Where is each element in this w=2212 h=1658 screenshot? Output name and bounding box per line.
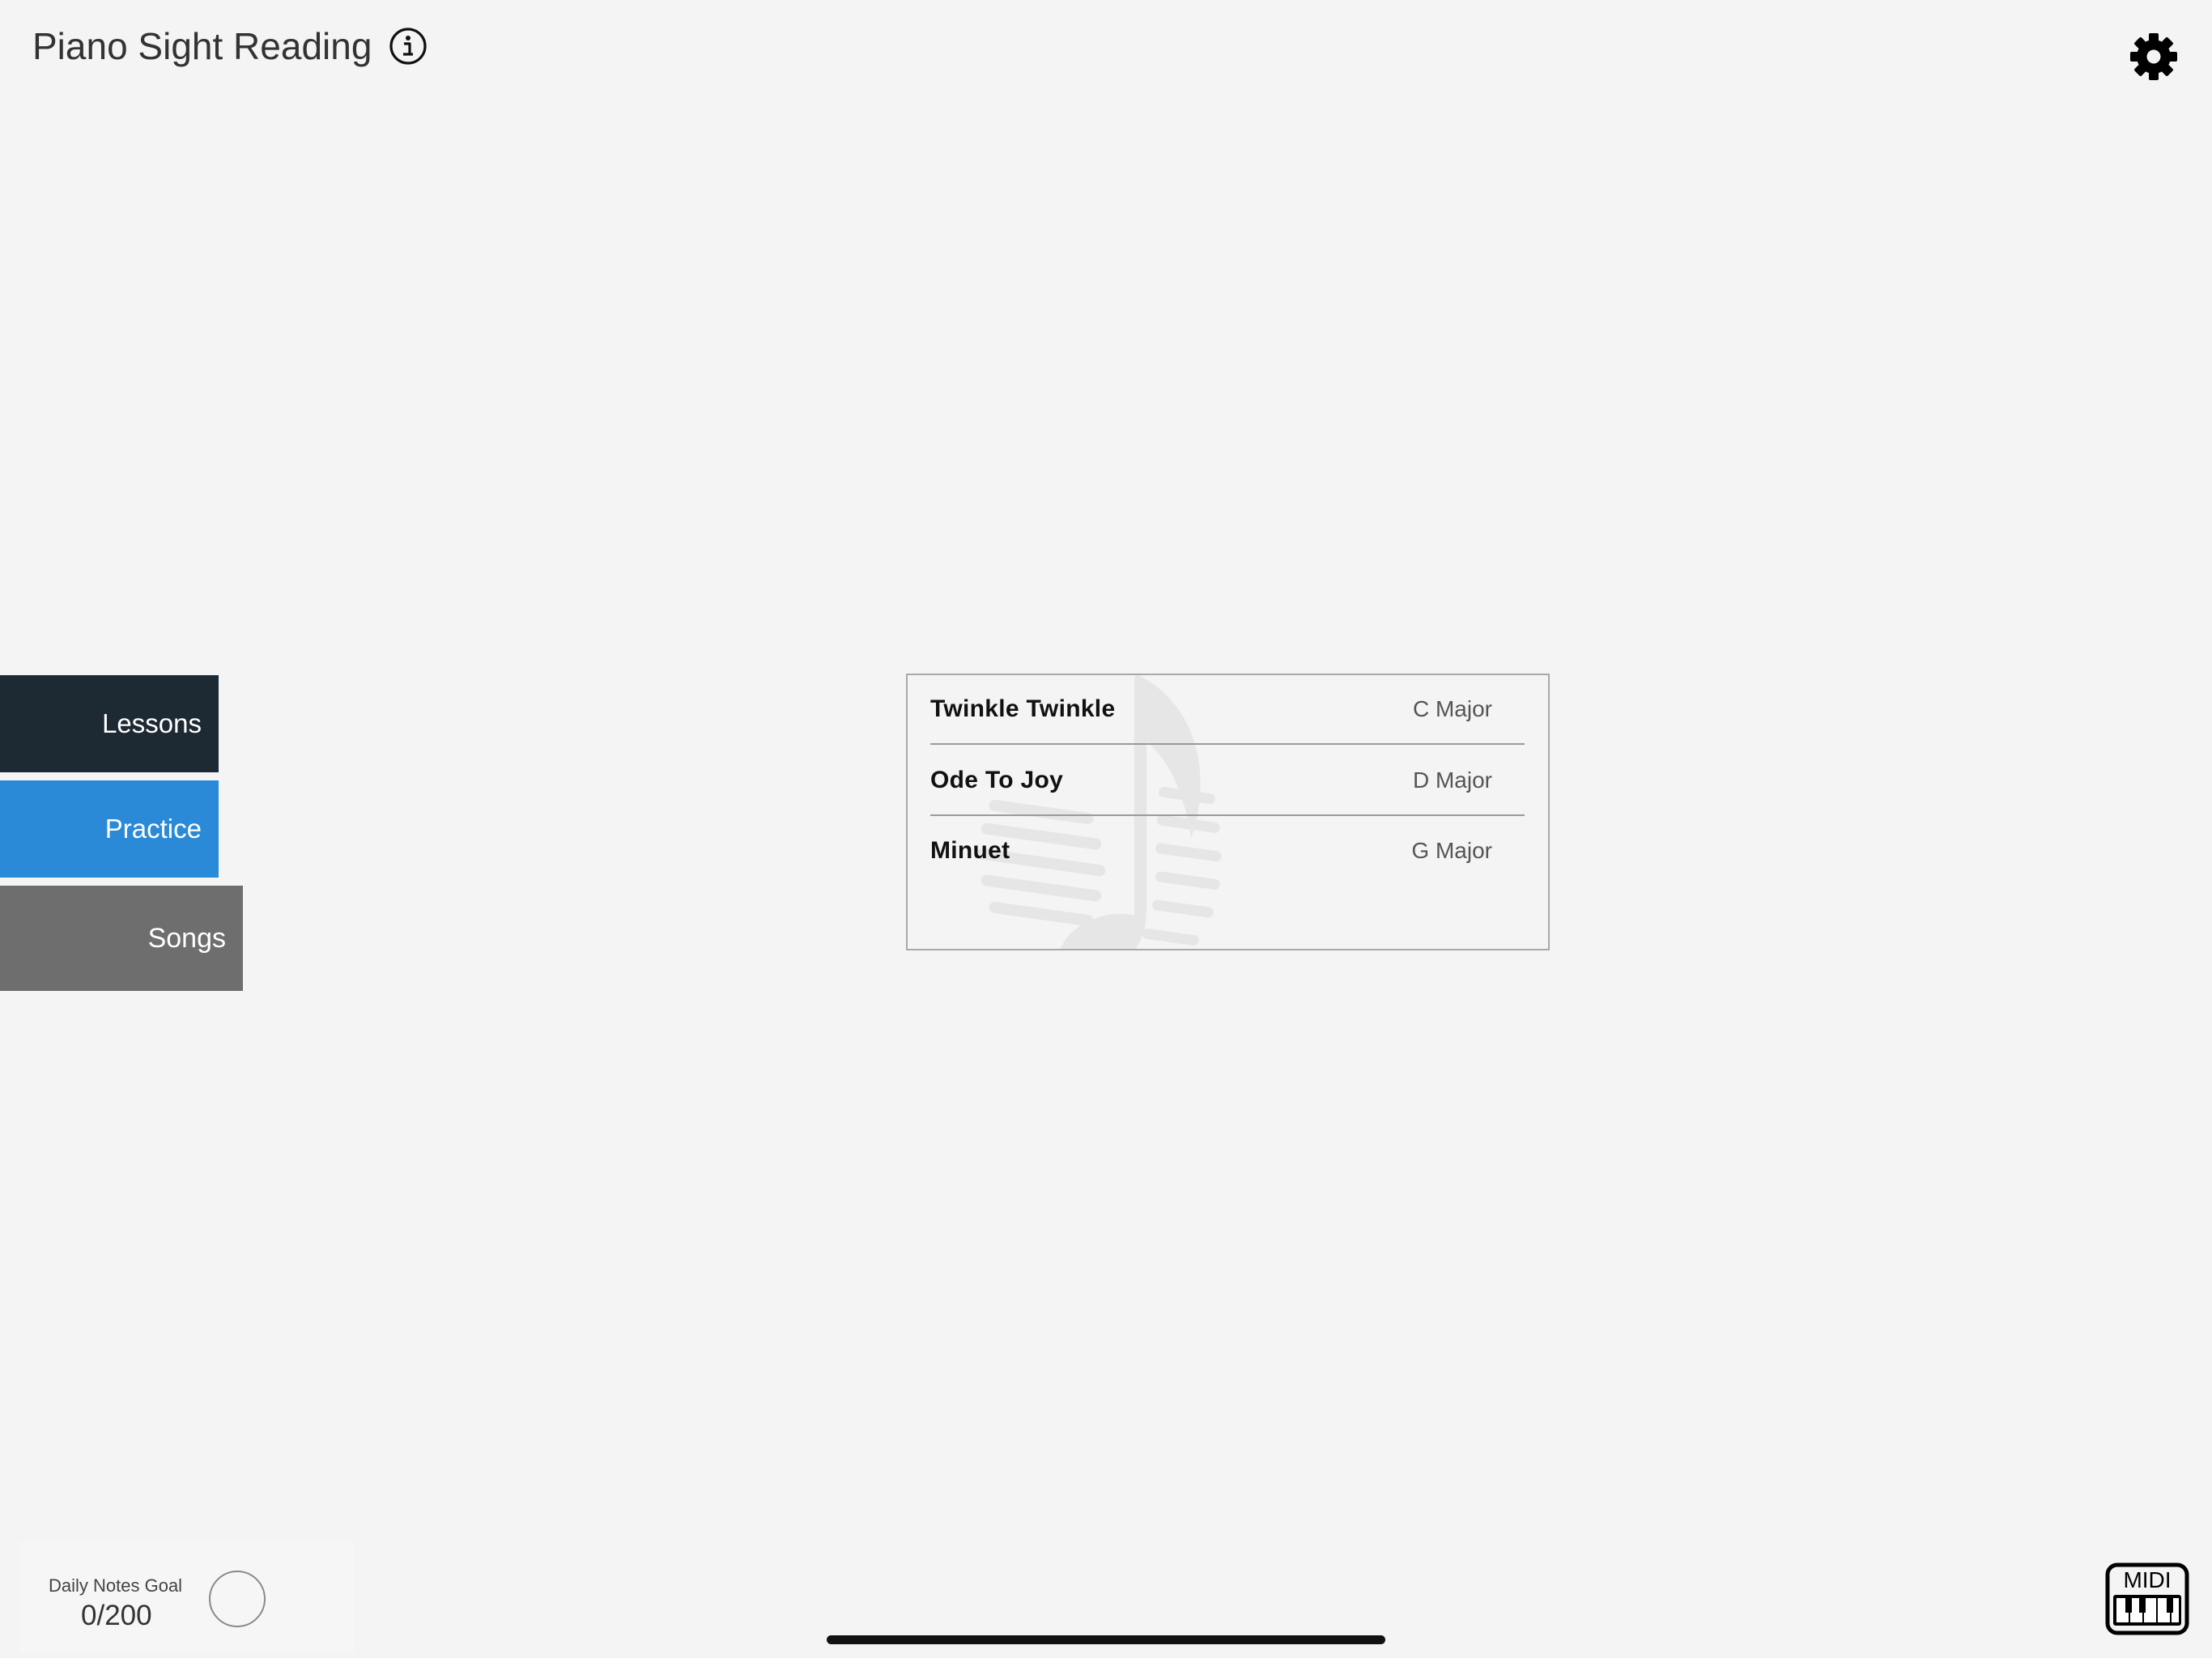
daily-goal-label: Daily Notes Goal: [49, 1575, 183, 1596]
midi-label: MIDI: [2123, 1567, 2171, 1592]
daily-goal-progress-ring: [209, 1571, 266, 1627]
nav-practice-label: Practice: [104, 814, 202, 844]
info-icon[interactable]: [389, 27, 428, 66]
song-row-minuet[interactable]: Minuet G Major: [930, 816, 1525, 886]
song-list: Twinkle Twinkle C Major Ode To Joy D Maj…: [906, 674, 1550, 950]
song-name: Ode To Joy: [930, 767, 1064, 793]
app-title: Piano Sight Reading: [32, 25, 372, 67]
song-row-ode-to-joy[interactable]: Ode To Joy D Major: [930, 746, 1525, 816]
song-key: D Major: [1412, 767, 1492, 793]
nav-songs-button[interactable]: Songs: [0, 886, 243, 991]
daily-notes-goal[interactable]: Daily Notes Goal 0/200: [19, 1541, 355, 1653]
song-name: Minuet: [930, 837, 1010, 864]
song-row-twinkle-twinkle[interactable]: Twinkle Twinkle C Major: [930, 675, 1525, 745]
nav-lessons-label: Lessons: [102, 708, 202, 738]
gear-icon[interactable]: [2128, 31, 2180, 83]
piano-keyboard-icon: [2113, 1595, 2181, 1626]
home-indicator[interactable]: [827, 1635, 1385, 1644]
daily-goal-value: 0/200: [81, 1600, 152, 1631]
song-key: G Major: [1411, 838, 1492, 863]
nav-lessons-button[interactable]: Lessons: [0, 675, 219, 772]
midi-keyboard-button[interactable]: MIDI: [2105, 1562, 2189, 1635]
nav-songs-label: Songs: [147, 922, 226, 954]
nav-practice-button[interactable]: Practice: [0, 780, 219, 878]
song-key: C Major: [1412, 696, 1492, 721]
app-root: Piano Sight Reading Lessons Practice Son…: [0, 0, 2212, 1658]
song-name: Twinkle Twinkle: [930, 695, 1116, 722]
